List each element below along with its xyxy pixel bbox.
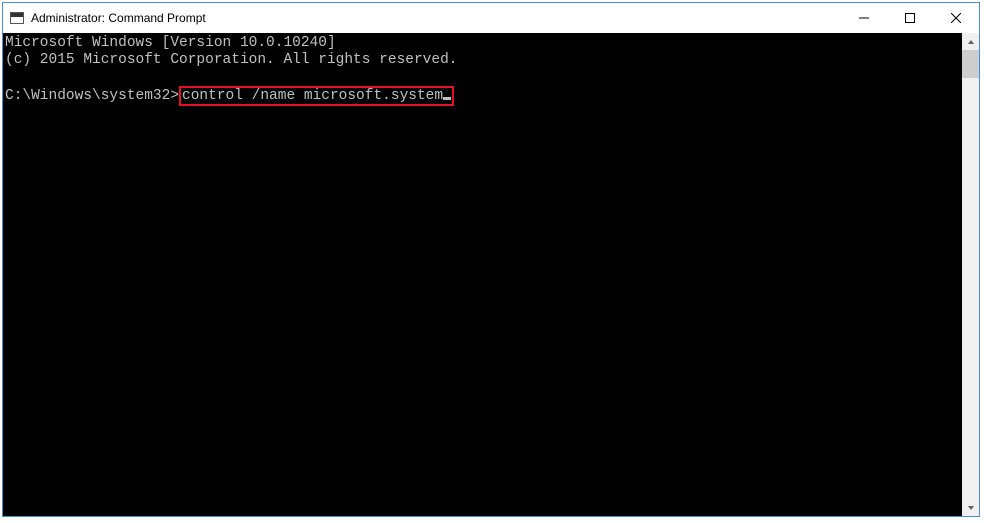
minimize-button[interactable]	[841, 3, 887, 33]
command-prompt-window: Administrator: Command Prompt Microsoft …	[2, 2, 980, 517]
maximize-button[interactable]	[887, 3, 933, 33]
titlebar[interactable]: Administrator: Command Prompt	[3, 3, 979, 33]
chevron-down-icon	[967, 504, 975, 512]
window-title: Administrator: Command Prompt	[31, 11, 841, 25]
terminal-line-version: Microsoft Windows [Version 10.0.10240]	[5, 35, 336, 51]
terminal-line-copyright: (c) 2015 Microsoft Corporation. All righ…	[5, 52, 457, 68]
terminal-prompt-line: C:\Windows\system32>control /name micros…	[5, 88, 454, 104]
scroll-down-button[interactable]	[962, 499, 979, 516]
chevron-up-icon	[967, 38, 975, 46]
scroll-up-button[interactable]	[962, 33, 979, 50]
scroll-thumb[interactable]	[962, 50, 979, 78]
scrollbar-vertical[interactable]	[962, 33, 979, 516]
terminal-command: control /name microsoft.system	[182, 88, 443, 104]
terminal-area: Microsoft Windows [Version 10.0.10240] (…	[3, 33, 979, 516]
highlighted-command: control /name microsoft.system	[179, 86, 454, 106]
maximize-icon	[905, 13, 915, 23]
app-icon	[9, 10, 25, 26]
scroll-track[interactable]	[962, 50, 979, 499]
minimize-icon	[859, 13, 869, 23]
terminal-cursor	[443, 97, 451, 100]
window-controls	[841, 3, 979, 33]
close-button[interactable]	[933, 3, 979, 33]
terminal-content[interactable]: Microsoft Windows [Version 10.0.10240] (…	[3, 33, 962, 516]
terminal-prompt: C:\Windows\system32>	[5, 88, 179, 104]
close-icon	[951, 13, 961, 23]
